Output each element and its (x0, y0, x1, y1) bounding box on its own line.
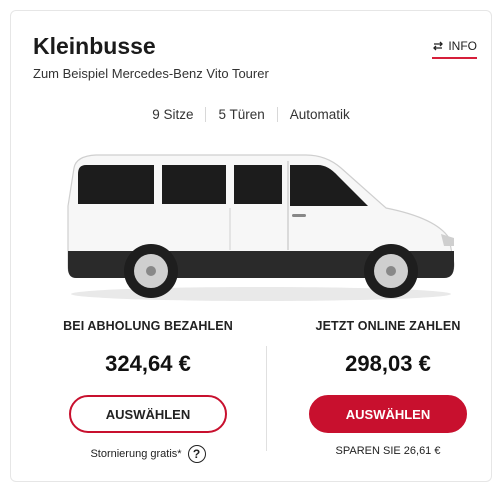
column-divider (266, 346, 267, 451)
vehicle-card: Kleinbusse INFO Zum Beispiel Mercedes-Be… (10, 10, 492, 482)
vehicle-example: Zum Beispiel Mercedes-Benz Vito Tourer (33, 66, 269, 81)
select-pay-at-pickup-button[interactable]: AUSWÄHLEN (69, 395, 227, 433)
pay-at-pickup-option: BEI ABHOLUNG BEZAHLEN 324,64 € AUSWÄHLEN… (33, 319, 263, 463)
info-link[interactable]: INFO (432, 39, 477, 59)
free-cancellation-text: Stornierung gratis* (90, 448, 182, 460)
pay-at-pickup-label: BEI ABHOLUNG BEZAHLEN (63, 319, 233, 333)
vehicle-category-title: Kleinbusse (33, 33, 156, 59)
van-image (67, 154, 455, 301)
savings-note: SPAREN SIE 26,61 € (273, 445, 499, 457)
question-circle-icon[interactable]: ? (187, 445, 206, 463)
info-label: INFO (448, 39, 477, 53)
pay-at-pickup-price: 324,64 € (105, 351, 191, 376)
vehicle-specs: 9 Sitze 5 Türen Automatik (11, 107, 491, 122)
pay-online-option: JETZT ONLINE ZAHLEN 298,03 € AUSWÄHLEN S… (273, 319, 499, 457)
spec-seats: 9 Sitze (152, 107, 194, 122)
spec-doors: 5 Türen (205, 107, 276, 122)
swap-arrows-icon (433, 41, 444, 51)
pay-online-label: JETZT ONLINE ZAHLEN (315, 319, 461, 333)
spec-transmission: Automatik (276, 107, 362, 122)
savings-text: SPAREN SIE 26,61 € (335, 445, 441, 457)
select-pay-online-button[interactable]: AUSWÄHLEN (309, 395, 467, 433)
pay-online-price: 298,03 € (345, 351, 431, 376)
free-cancellation-note: Stornierung gratis* ? (33, 445, 263, 463)
